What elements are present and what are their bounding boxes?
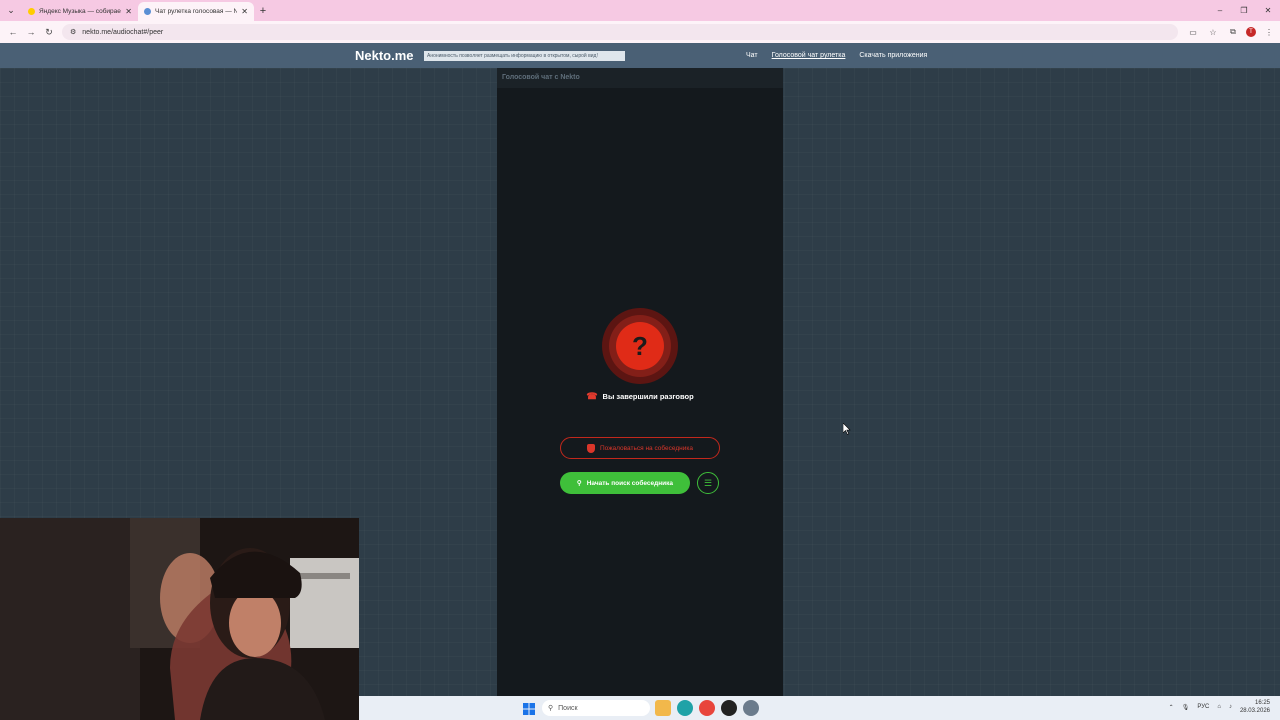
taskbar-search-placeholder: Поиск <box>558 704 578 712</box>
browser-menu-icon[interactable]: ⋮ <box>1262 28 1276 37</box>
tab-title: Чат рулетка голосовая — Nek... <box>155 8 238 15</box>
start-search-button[interactable]: ⚲ Начать поиск собеседника <box>560 472 690 494</box>
nav-chat-link[interactable]: Чат <box>746 52 758 59</box>
tab-search-icon[interactable]: ⌄ <box>0 0 22 21</box>
taskbar-search-input[interactable]: ⚲ Поиск <box>542 700 650 716</box>
report-peer-label: Пожаловаться на собеседника <box>600 444 693 452</box>
network-icon[interactable]: ⌂ <box>1217 704 1221 710</box>
tray-overflow-icon[interactable]: ⌃ <box>1169 704 1174 711</box>
chat-panel-header: Голосовой чат с Nekto <box>497 68 783 88</box>
sliders-icon: ☰ <box>703 477 713 488</box>
window-controls: – ❐ ✕ <box>1208 6 1280 15</box>
url-field[interactable]: ⚙ nekto.me/audiochat#/peer <box>62 24 1178 40</box>
nekto-favicon-icon <box>144 8 151 15</box>
bookmark-star-icon[interactable]: ☆ <box>1206 28 1220 37</box>
clock-date: 28.03.2026 <box>1239 708 1270 714</box>
user-search-icon: ⚲ <box>576 480 582 487</box>
report-peer-button[interactable]: Пожаловаться на собеседника <box>560 437 720 459</box>
webcam-overlay <box>0 518 359 720</box>
volume-icon[interactable]: ♪ <box>1229 704 1232 710</box>
windows-start-icon[interactable] <box>523 702 535 720</box>
url-text: nekto.me/audiochat#/peer <box>82 28 164 36</box>
file-explorer-icon[interactable] <box>655 700 671 716</box>
search-icon: ⚲ <box>548 705 554 712</box>
voice-chat-panel: Голосовой чат с Nekto ? ☎ Вы завершили р… <box>497 68 783 696</box>
shield-icon <box>587 443 595 453</box>
minimize-icon[interactable]: – <box>1208 6 1232 15</box>
app-icon[interactable] <box>721 700 737 716</box>
new-tab-button[interactable]: + <box>254 5 272 17</box>
language-indicator[interactable]: РУС <box>1197 704 1209 710</box>
yandex-music-favicon-icon <box>28 8 35 15</box>
site-logo[interactable]: Nekto.me <box>355 48 414 63</box>
browser-tabbar: ⌄ Яндекс Музыка — собираем ... ✕ Чат рул… <box>0 0 1280 21</box>
profile-avatar[interactable]: Т <box>1246 27 1256 37</box>
unknown-peer-icon: ? <box>602 308 678 384</box>
close-icon[interactable]: ✕ <box>241 7 248 16</box>
start-search-label: Начать поиск собеседника <box>586 479 674 487</box>
mouse-cursor-icon <box>842 422 851 440</box>
extensions-icon[interactable]: ⧉ <box>1226 27 1240 37</box>
taskbar-clock[interactable]: 16:25 28.03.2026 <box>1240 699 1270 715</box>
nav-download-apps-link[interactable]: Скачать приложения <box>859 52 927 59</box>
windows-taskbar: ⚲ Поиск ⌃ 🎙 РУС ⌂ ♪ 16:25 28.03.2026 <box>359 696 1280 720</box>
call-ended-text: Вы завершили разговор <box>602 392 694 401</box>
search-settings-button[interactable]: ☰ <box>697 472 719 494</box>
site-nav: Чат Голосовой чат рулетка Скачать прилож… <box>746 52 927 59</box>
chrome-icon[interactable] <box>699 700 715 716</box>
tab-yandex-music[interactable]: Яндекс Музыка — собираем ... ✕ <box>22 2 138 21</box>
settings-icon[interactable] <box>743 700 759 716</box>
close-icon[interactable]: ✕ <box>125 7 132 16</box>
maximize-icon[interactable]: ❐ <box>1232 6 1256 15</box>
edge-icon[interactable] <box>677 700 693 716</box>
site-header: Nekto.me Анонимность позволяет размещать… <box>0 43 1280 68</box>
site-info-icon[interactable]: ⚙ <box>70 28 76 36</box>
tab-nekto[interactable]: Чат рулетка голосовая — Nek... ✕ <box>138 2 254 21</box>
tab-title: Яндекс Музыка — собираем ... <box>39 8 121 15</box>
site-notice: Анонимность позволяет размещать информац… <box>424 51 625 61</box>
question-mark-icon: ? <box>616 322 664 370</box>
close-window-icon[interactable]: ✕ <box>1256 6 1280 15</box>
install-app-icon[interactable]: ▭ <box>1186 28 1200 37</box>
reload-icon[interactable]: ↻ <box>40 27 58 38</box>
clock-time: 16:25 <box>1254 700 1270 706</box>
call-ended-status: ☎ Вы завершили разговор <box>497 391 783 402</box>
taskbar-apps <box>655 700 759 716</box>
microphone-icon[interactable]: 🎙 <box>1182 704 1190 711</box>
address-bar: ← → ↻ ⚙ nekto.me/audiochat#/peer ▭ ☆ ⧉ Т… <box>0 21 1280 43</box>
back-icon[interactable]: ← <box>4 27 22 37</box>
system-tray: ⌃ 🎙 РУС ⌂ ♪ 16:25 28.03.2026 <box>1169 699 1270 715</box>
forward-icon[interactable]: → <box>22 27 40 37</box>
hang-up-phone-icon: ☎ <box>586 391 598 401</box>
nav-voice-chat-link[interactable]: Голосовой чат рулетка <box>772 52 846 59</box>
